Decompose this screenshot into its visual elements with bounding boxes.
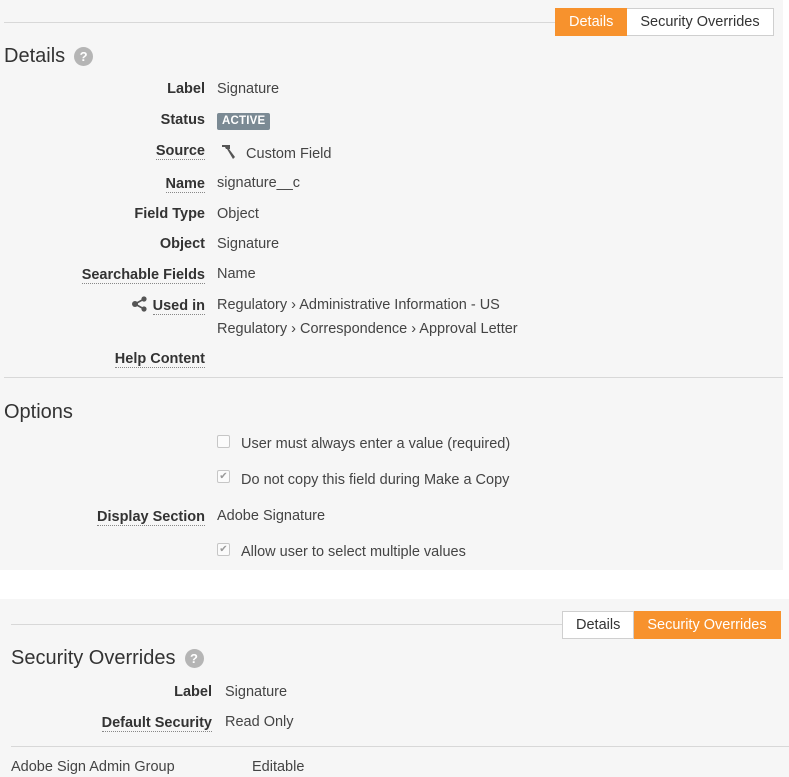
share-network-icon [131, 296, 149, 316]
details-panel: Details Security Overrides Details ? Lab… [0, 0, 783, 570]
field-type-value: Object [217, 206, 259, 222]
multiple-values-checkbox-label: Allow user to select multiple values [241, 544, 466, 560]
required-checkbox[interactable] [217, 435, 230, 448]
options-divider [4, 377, 783, 378]
help-icon[interactable]: ? [184, 649, 204, 668]
searchable-fields-name[interactable]: Searchable Fields [81, 267, 205, 284]
tab-details[interactable]: Details [562, 611, 635, 639]
options-section-title: Options [4, 401, 73, 423]
searchable-fields-value: Name [217, 266, 256, 282]
details-tab-bar: Details Security Overrides [555, 8, 774, 36]
status-field-name: Status [160, 112, 205, 128]
used-in-field-name-wrap: Used in [131, 296, 205, 316]
details-section-title: Details ? [4, 45, 94, 68]
security-overrides-panel: Details Security Overrides Security Over… [0, 599, 789, 777]
label-field-name: Label [167, 81, 205, 97]
object-field-name: Object [159, 236, 205, 252]
field-type-name: Field Type [134, 206, 205, 222]
security-tab-bar: Details Security Overrides [562, 611, 781, 639]
used-in-field-name[interactable]: Used in [152, 298, 205, 315]
tab-security-overrides[interactable]: Security Overrides [634, 611, 781, 639]
label-field-value: Signature [217, 81, 280, 97]
header-divider [4, 22, 557, 23]
security-label-field-value: Signature [225, 684, 288, 700]
display-section-field-name[interactable]: Display Section [97, 509, 205, 526]
override-group-name: Adobe Sign Admin Group [11, 759, 175, 775]
source-field-name[interactable]: Source [155, 143, 205, 160]
status-badge: ACTIVE [217, 113, 271, 130]
source-field-value-wrap: Custom Field [219, 144, 331, 164]
default-security-field-name[interactable]: Default Security [101, 715, 212, 732]
override-access-level: Editable [252, 759, 305, 775]
help-content-field-name[interactable]: Help Content [114, 351, 205, 368]
hammer-icon [219, 144, 237, 164]
security-header-divider [11, 624, 563, 625]
display-section-field-value: Adobe Signature [217, 508, 326, 524]
details-title-text: Details [4, 45, 66, 67]
no-copy-checkbox-label: Do not copy this field during Make a Cop… [241, 472, 510, 488]
name-field-name[interactable]: Name [165, 176, 205, 193]
used-in-value-1: Regulatory › Administrative Information … [217, 297, 500, 313]
source-field-value: Custom Field [246, 145, 332, 162]
name-field-value: signature__c [217, 175, 301, 191]
security-section-title: Security Overrides ? [11, 647, 204, 670]
tab-security-overrides[interactable]: Security Overrides [627, 8, 774, 36]
tab-details[interactable]: Details [555, 8, 628, 36]
overrides-divider [11, 746, 789, 747]
multiple-values-checkbox[interactable]: ✔ [217, 543, 230, 556]
required-checkbox-label: User must always enter a value (required… [241, 436, 511, 452]
help-icon[interactable]: ? [74, 47, 94, 66]
security-label-field-name: Label [174, 684, 212, 700]
default-security-field-value: Read Only [225, 714, 294, 730]
no-copy-checkbox[interactable]: ✔ [217, 470, 230, 483]
used-in-value-2: Regulatory › Correspondence › Approval L… [217, 321, 518, 337]
object-field-value: Signature [217, 236, 280, 252]
security-title-text: Security Overrides [11, 647, 176, 669]
